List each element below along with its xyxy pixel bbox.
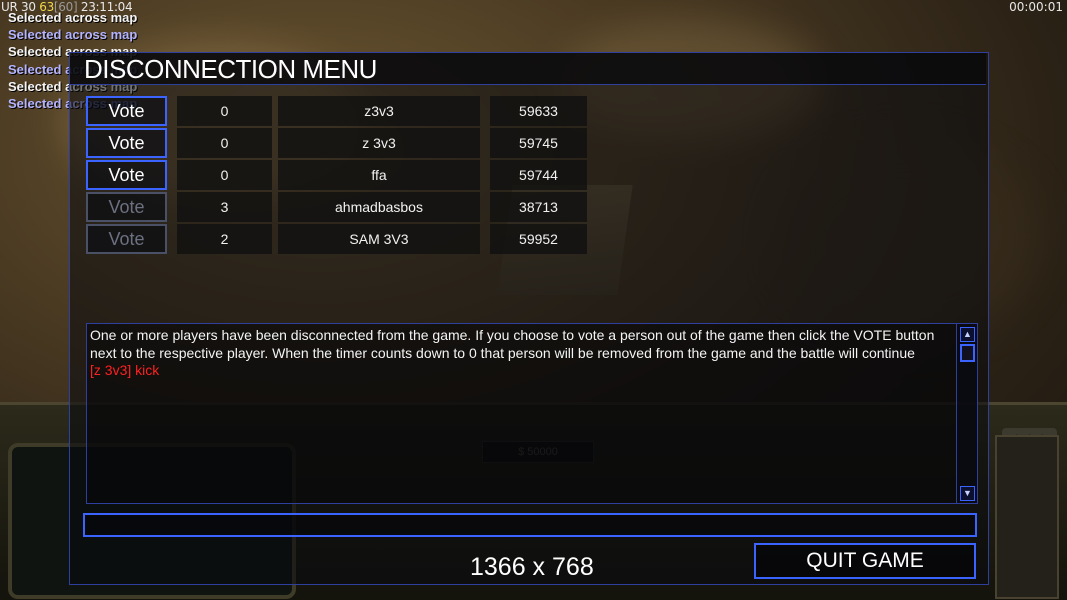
player-port: 59745 xyxy=(490,128,587,158)
player-name: z 3v3 xyxy=(278,128,480,158)
disconnection-dialog: DISCONNECTION MENU Vote 0 z3v3 59633 Vot… xyxy=(69,52,989,585)
message-log: One or more players have been disconnect… xyxy=(86,323,978,504)
vote-count: 2 xyxy=(177,224,272,254)
scroll-down-icon[interactable]: ▼ xyxy=(960,486,975,501)
log-text: One or more players have been disconnect… xyxy=(90,327,956,380)
dialog-title: DISCONNECTION MENU xyxy=(70,53,986,85)
vote-button[interactable]: Vote xyxy=(86,128,167,158)
chat-input[interactable] xyxy=(83,513,977,537)
vote-button[interactable]: Vote xyxy=(86,160,167,190)
player-port: 59633 xyxy=(490,96,587,126)
vote-count: 0 xyxy=(177,128,272,158)
message-line: Selected across map xyxy=(8,10,138,25)
player-name: z3v3 xyxy=(278,96,480,126)
vote-count: 0 xyxy=(177,160,272,190)
game-timer: 00:00:01 xyxy=(1009,0,1063,14)
quit-game-button[interactable]: QUIT GAME xyxy=(754,543,976,579)
player-port: 59744 xyxy=(490,160,587,190)
disconnect-notice: One or more players have been disconnect… xyxy=(90,327,935,361)
rank-stars-icon: ★★★ xyxy=(1002,428,1057,450)
resolution-label: 1366 x 768 xyxy=(470,553,594,581)
player-name: ffa xyxy=(278,160,480,190)
player-name: ahmadbasbos xyxy=(278,192,480,222)
message-line: Selected across map xyxy=(8,27,138,43)
vote-button[interactable]: Vote xyxy=(86,96,167,126)
player-port: 59952 xyxy=(490,224,587,254)
scroll-thumb[interactable] xyxy=(960,344,975,362)
vote-button-disabled: Vote xyxy=(86,192,167,222)
kick-notice: [z 3v3] kick xyxy=(90,362,160,378)
vote-button-disabled: Vote xyxy=(86,224,167,254)
power-meter xyxy=(995,435,1059,599)
vote-count: 0 xyxy=(177,96,272,126)
scroll-up-icon[interactable]: ▲ xyxy=(960,327,975,342)
vote-count: 3 xyxy=(177,192,272,222)
player-name: SAM 3V3 xyxy=(278,224,480,254)
log-scrollbar[interactable]: ▲ ▼ xyxy=(956,324,977,503)
player-port: 38713 xyxy=(490,192,587,222)
